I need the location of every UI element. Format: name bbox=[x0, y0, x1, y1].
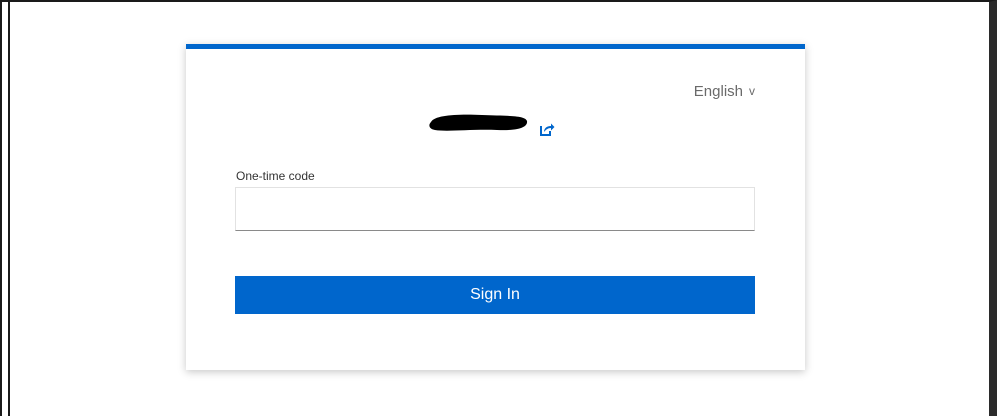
one-time-code-label: One-time code bbox=[236, 169, 315, 183]
redacted-account-name bbox=[429, 114, 528, 131]
chevron-down-icon: v bbox=[749, 83, 755, 98]
sign-in-card: English v One-time code Sign In bbox=[186, 44, 805, 370]
language-label: English bbox=[693, 83, 743, 100]
window-edge bbox=[8, 2, 10, 416]
external-link-icon[interactable] bbox=[539, 121, 555, 137]
language-selector[interactable]: English v bbox=[694, 83, 755, 100]
one-time-code-input[interactable] bbox=[235, 187, 755, 231]
sign-in-button[interactable]: Sign In bbox=[235, 276, 755, 314]
